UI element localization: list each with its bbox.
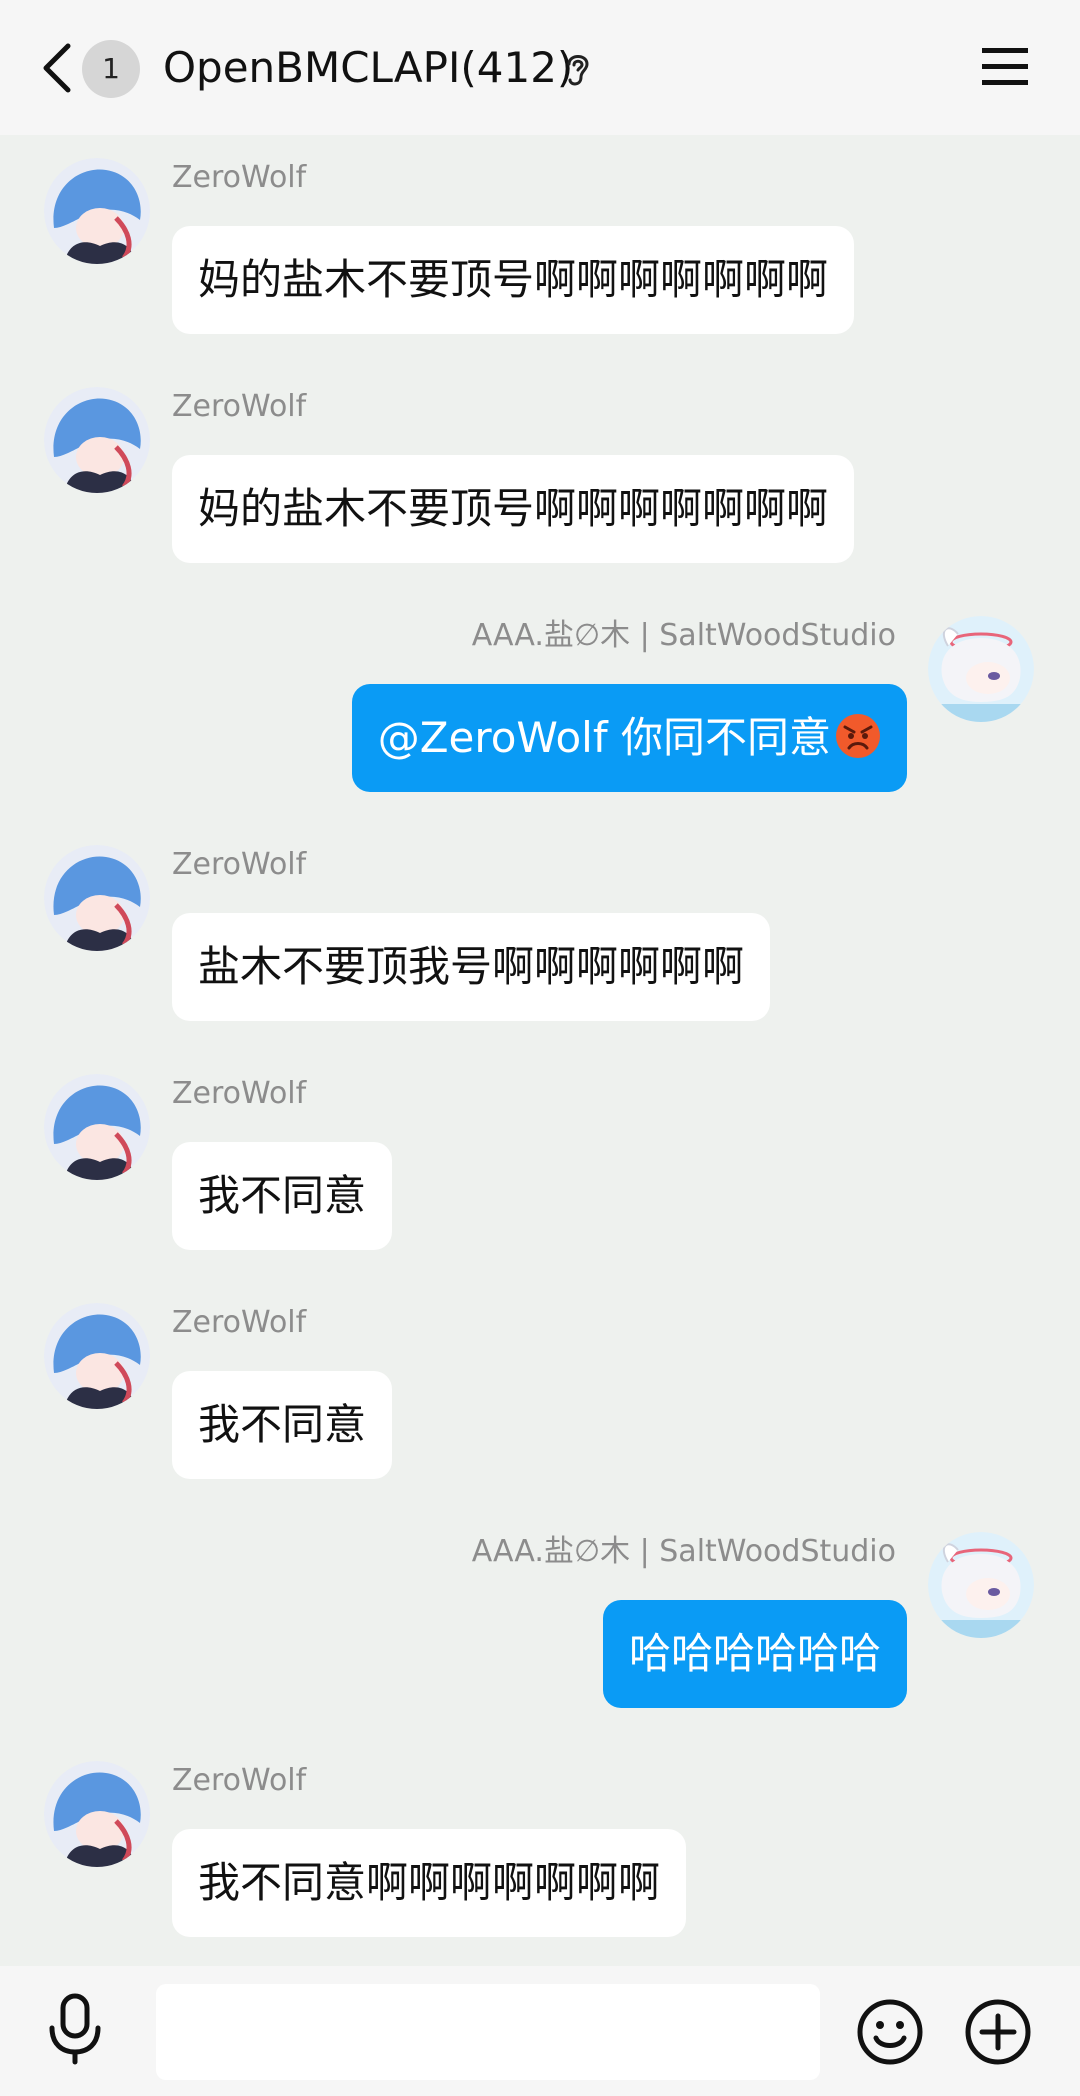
sender-name: ZeroWolf (172, 1763, 307, 1798)
avatar-zerowolf[interactable] (44, 1303, 150, 1409)
hamburger-menu-icon[interactable] (982, 46, 1028, 88)
chat-header: 1 OpenBMCLAPI(412) (0, 0, 1080, 135)
message-bubble[interactable]: 妈的盐木不要顶号啊啊啊啊啊啊啊 (172, 226, 855, 334)
avatar-zerowolf[interactable] (44, 845, 150, 951)
avatar-zerowolf[interactable] (44, 1761, 150, 1867)
message-bubble[interactable]: 妈的盐木不要顶号啊啊啊啊啊啊啊 (172, 455, 855, 563)
angry-face-icon (836, 714, 880, 758)
message-bubble[interactable]: 我不同意 (172, 1142, 393, 1250)
message-input[interactable] (156, 1984, 820, 2080)
message-text: @ZeroWolf 你同不同意 (377, 713, 831, 762)
smiley-icon[interactable] (856, 1998, 924, 2066)
avatar-zerowolf[interactable] (44, 1074, 150, 1180)
input-bar (0, 1966, 1080, 2096)
avatar-zerowolf[interactable] (44, 158, 150, 264)
unread-count-badge[interactable]: 1 (82, 40, 140, 98)
chat-title: OpenBMCLAPI(412) (163, 43, 574, 92)
avatar-self[interactable] (928, 616, 1034, 722)
sender-name: ZeroWolf (172, 1305, 307, 1340)
ear-icon (567, 55, 589, 86)
sender-name: AAA.盐∅木 | SaltWoodStudio (471, 1534, 896, 1569)
message-bubble[interactable]: 我不同意 (172, 1371, 393, 1479)
plus-circle-icon[interactable] (964, 1998, 1032, 2066)
avatar-zerowolf[interactable] (44, 387, 150, 493)
sender-name: ZeroWolf (172, 847, 307, 882)
sender-name: ZeroWolf (172, 1076, 307, 1111)
sender-name: ZeroWolf (172, 389, 307, 424)
message-bubble[interactable]: 我不同意啊啊啊啊啊啊啊 (172, 1829, 687, 1937)
microphone-icon[interactable] (44, 1992, 106, 2066)
sender-name: ZeroWolf (172, 160, 307, 195)
message-bubble[interactable]: @ZeroWolf 你同不同意 (351, 684, 907, 792)
avatar-self[interactable] (928, 1532, 1034, 1638)
chevron-left-icon[interactable] (38, 40, 78, 96)
message-bubble[interactable]: 盐木不要顶我号啊啊啊啊啊啊 (172, 913, 771, 1021)
sender-name: AAA.盐∅木 | SaltWoodStudio (471, 618, 896, 653)
message-bubble[interactable]: 哈哈哈哈哈哈 (602, 1600, 907, 1708)
